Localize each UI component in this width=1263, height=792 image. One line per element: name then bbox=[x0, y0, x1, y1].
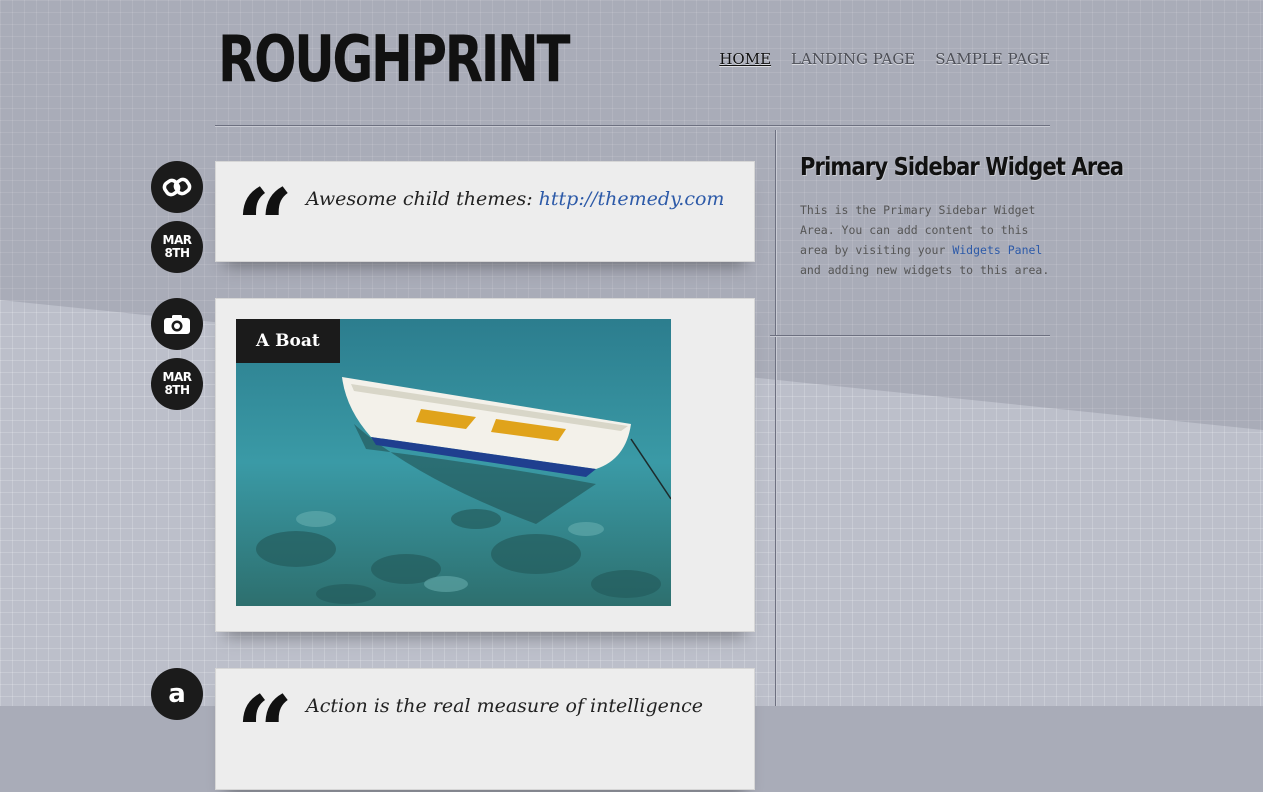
date-day: 8TH bbox=[164, 246, 190, 260]
sidebar-title: Primary Sidebar Widget Area bbox=[800, 152, 1124, 181]
post-image[interactable]: A Boat bbox=[236, 319, 671, 606]
date-day: 8TH bbox=[164, 383, 190, 397]
post-link[interactable]: http://themedy.com bbox=[539, 188, 725, 210]
quote-author-glyph: a bbox=[168, 679, 186, 709]
post-date-badge: MAR 8TH bbox=[151, 221, 203, 273]
image-title: A Boat bbox=[236, 319, 340, 363]
post-quote: Action is the real measure of intelligen… bbox=[306, 695, 703, 717]
site-logo[interactable]: ROUGHPRINT bbox=[218, 28, 571, 92]
main-nav: HOME LANDING PAGE SAMPLE PAGE bbox=[719, 50, 1050, 68]
nav-sample-page[interactable]: SAMPLE PAGE bbox=[935, 50, 1050, 68]
quote-author-icon[interactable]: a bbox=[151, 668, 203, 720]
quote-prefix: Awesome child themes: bbox=[306, 188, 539, 210]
post-date-badge: MAR 8TH bbox=[151, 358, 203, 410]
header-divider bbox=[215, 125, 1050, 127]
camera-icon[interactable] bbox=[151, 298, 203, 350]
post-card-link: “ Awesome child themes: http://themedy.c… bbox=[215, 161, 755, 276]
post-card-image: A Boat bbox=[215, 298, 755, 632]
quote-mark-icon: “ bbox=[236, 674, 294, 792]
sidebar-divider bbox=[775, 130, 777, 706]
link-icon[interactable] bbox=[151, 161, 203, 213]
quote-mark-icon: “ bbox=[236, 167, 294, 285]
nav-landing-page[interactable]: LANDING PAGE bbox=[791, 50, 915, 68]
post-card-quote: “ Action is the real measure of intellig… bbox=[215, 668, 755, 790]
sidebar-text-after: and adding new widgets to this area. bbox=[800, 263, 1050, 277]
sidebar-widget-divider bbox=[770, 335, 1050, 337]
sidebar-text: This is the Primary Sidebar Widget Area.… bbox=[800, 200, 1052, 280]
post-quote: Awesome child themes: http://themedy.com bbox=[306, 188, 724, 210]
nav-home[interactable]: HOME bbox=[719, 50, 771, 68]
widgets-panel-link[interactable]: Widgets Panel bbox=[952, 243, 1042, 257]
